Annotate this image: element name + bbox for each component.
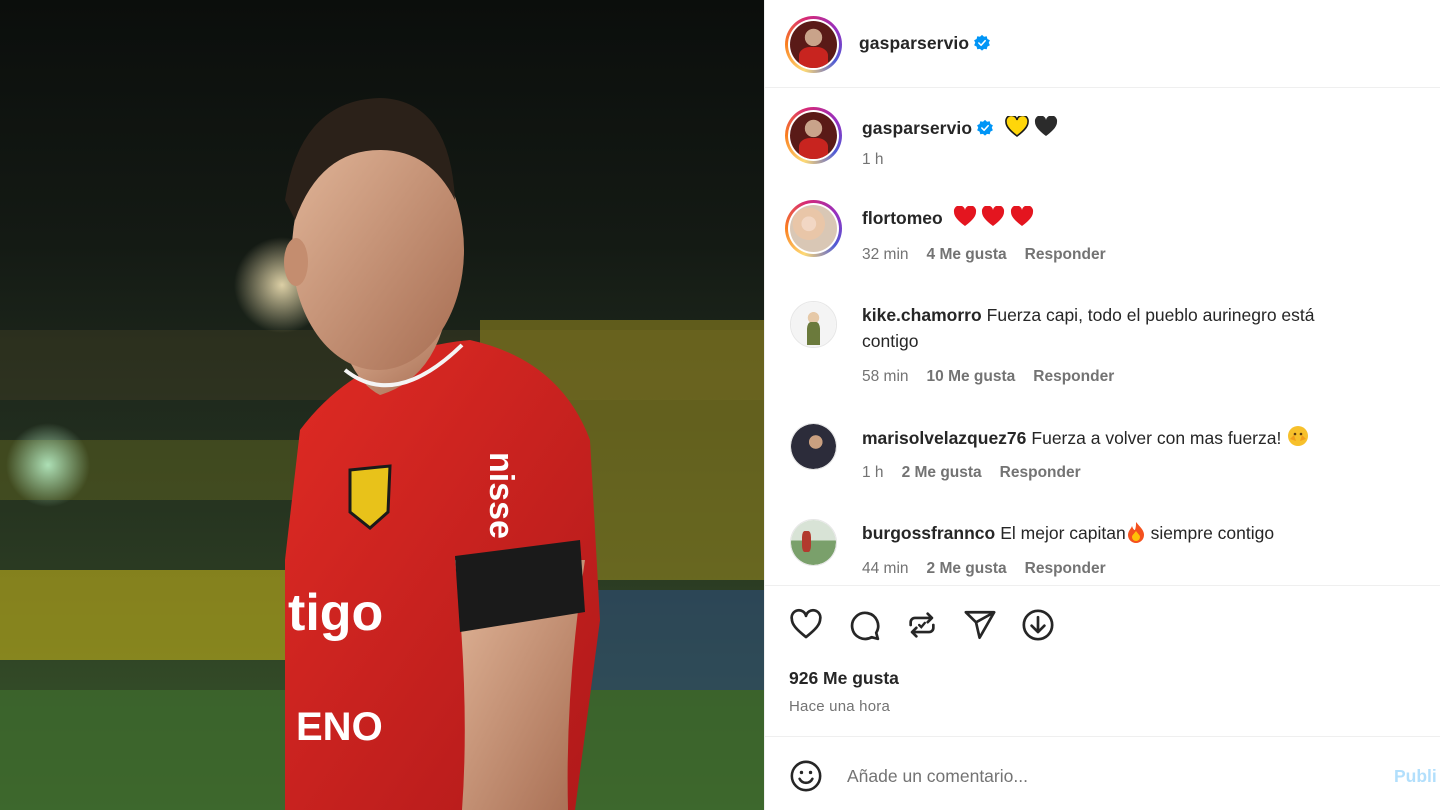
comment-likes[interactable]: 2 Me gusta	[902, 464, 982, 481]
caption-username[interactable]: gasparservio	[862, 116, 1058, 139]
comment-avatar-kike[interactable]	[790, 301, 837, 348]
comment-text: contigo	[862, 331, 919, 351]
comment-text: Fuerza a volver con mas fuerza!	[1031, 428, 1282, 448]
post-likes-count[interactable]: 926 Me gusta	[789, 668, 899, 689]
comment-avatar-flortomeo[interactable]	[785, 200, 842, 257]
red-heart-icon	[1011, 206, 1034, 226]
comment-time: 32 min	[862, 246, 909, 263]
comment-text: Fuerza capi, todo el pueblo aurinegro es…	[986, 305, 1315, 325]
comment-marisol: marisolvelazquez76 Fuerza a volver con ma…	[862, 424, 1310, 451]
post-timestamp: Hace una hora	[789, 698, 891, 715]
comment-input[interactable]	[847, 759, 1367, 793]
comment-username[interactable]: marisolvelazquez76	[862, 428, 1026, 448]
red-heart-icon	[982, 206, 1005, 226]
reply-button[interactable]: Responder	[1025, 560, 1106, 577]
verified-icon	[977, 119, 994, 136]
reply-button[interactable]: Responder	[1025, 246, 1106, 263]
comment-likes[interactable]: 10 Me gusta	[927, 368, 1016, 385]
comment-burgos: burgossfrannco El mejor capitan siempre c…	[862, 520, 1274, 546]
reply-button[interactable]: Responder	[1033, 368, 1114, 385]
fire-icon	[1127, 522, 1144, 543]
player-photo-illustration: tigo ENO nisse	[0, 98, 764, 810]
caption-username-text[interactable]: gasparservio	[862, 118, 972, 138]
post-photo: tigo ENO nisse	[0, 0, 764, 810]
heart-icon[interactable]	[789, 608, 823, 642]
post-header: gasparservio	[765, 0, 1440, 88]
emoji-icon[interactable]	[789, 759, 823, 793]
caption-time: 1 h	[862, 151, 902, 169]
comment-username[interactable]: kike.chamorro	[862, 305, 982, 325]
post-comment-button[interactable]: Publi	[1394, 766, 1437, 787]
comment-text: El mejor capitan	[1000, 523, 1126, 543]
author-username[interactable]: gasparservio	[859, 33, 991, 54]
red-heart-icon	[953, 206, 976, 226]
comment-flortomeo: flortomeo	[862, 205, 1034, 231]
black-heart-icon	[1035, 116, 1058, 136]
author-username-text[interactable]: gasparservio	[859, 33, 969, 53]
comment-meta: 32 min 4 Me gusta Responder	[862, 246, 1124, 264]
verified-icon	[974, 34, 991, 51]
share-icon[interactable]	[963, 608, 997, 642]
comment-text: siempre contigo	[1145, 523, 1275, 543]
hugging-face-icon	[1288, 426, 1309, 446]
comment-likes[interactable]: 2 Me gusta	[927, 560, 1007, 577]
reply-button[interactable]: Responder	[1000, 464, 1081, 481]
caption-avatar[interactable]	[785, 107, 842, 164]
comment-meta: 58 min 10 Me gusta Responder	[862, 368, 1132, 386]
caption-time-text: 1 h	[862, 151, 884, 168]
comment-kike: kike.chamorro Fuerza capi, todo el pueblo…	[862, 302, 1422, 354]
comment-time: 44 min	[862, 560, 909, 577]
comment-time: 58 min	[862, 368, 909, 385]
comment-composer: Publi	[765, 736, 1440, 810]
comment-username[interactable]: burgossfrannco	[862, 523, 995, 543]
author-avatar[interactable]	[785, 16, 842, 73]
comment-meta: 44 min 2 Me gusta Responder	[862, 560, 1124, 578]
post-details-panel: gasparservio gasparservio 1 h flortomeo …	[764, 0, 1440, 810]
yellow-heart-icon	[1005, 116, 1029, 138]
comment-username[interactable]: flortomeo	[862, 208, 943, 228]
repost-icon[interactable]	[905, 608, 939, 642]
post-actions: 926 Me gusta Hace una hora	[765, 585, 1440, 735]
comment-icon[interactable]	[847, 608, 881, 642]
jersey-sponsor-text: tigo	[288, 584, 383, 642]
comment-meta: 1 h 2 Me gusta Responder	[862, 464, 1099, 482]
comment-likes[interactable]: 4 Me gusta	[927, 246, 1007, 263]
comment-avatar-burgos[interactable]	[790, 519, 837, 566]
jersey-sleeve-text: nisse	[482, 452, 520, 539]
comment-time: 1 h	[862, 464, 884, 481]
jersey-front-text: ENO	[296, 705, 383, 749]
save-icon[interactable]	[1021, 608, 1055, 642]
comment-avatar-marisol[interactable]	[790, 423, 837, 470]
